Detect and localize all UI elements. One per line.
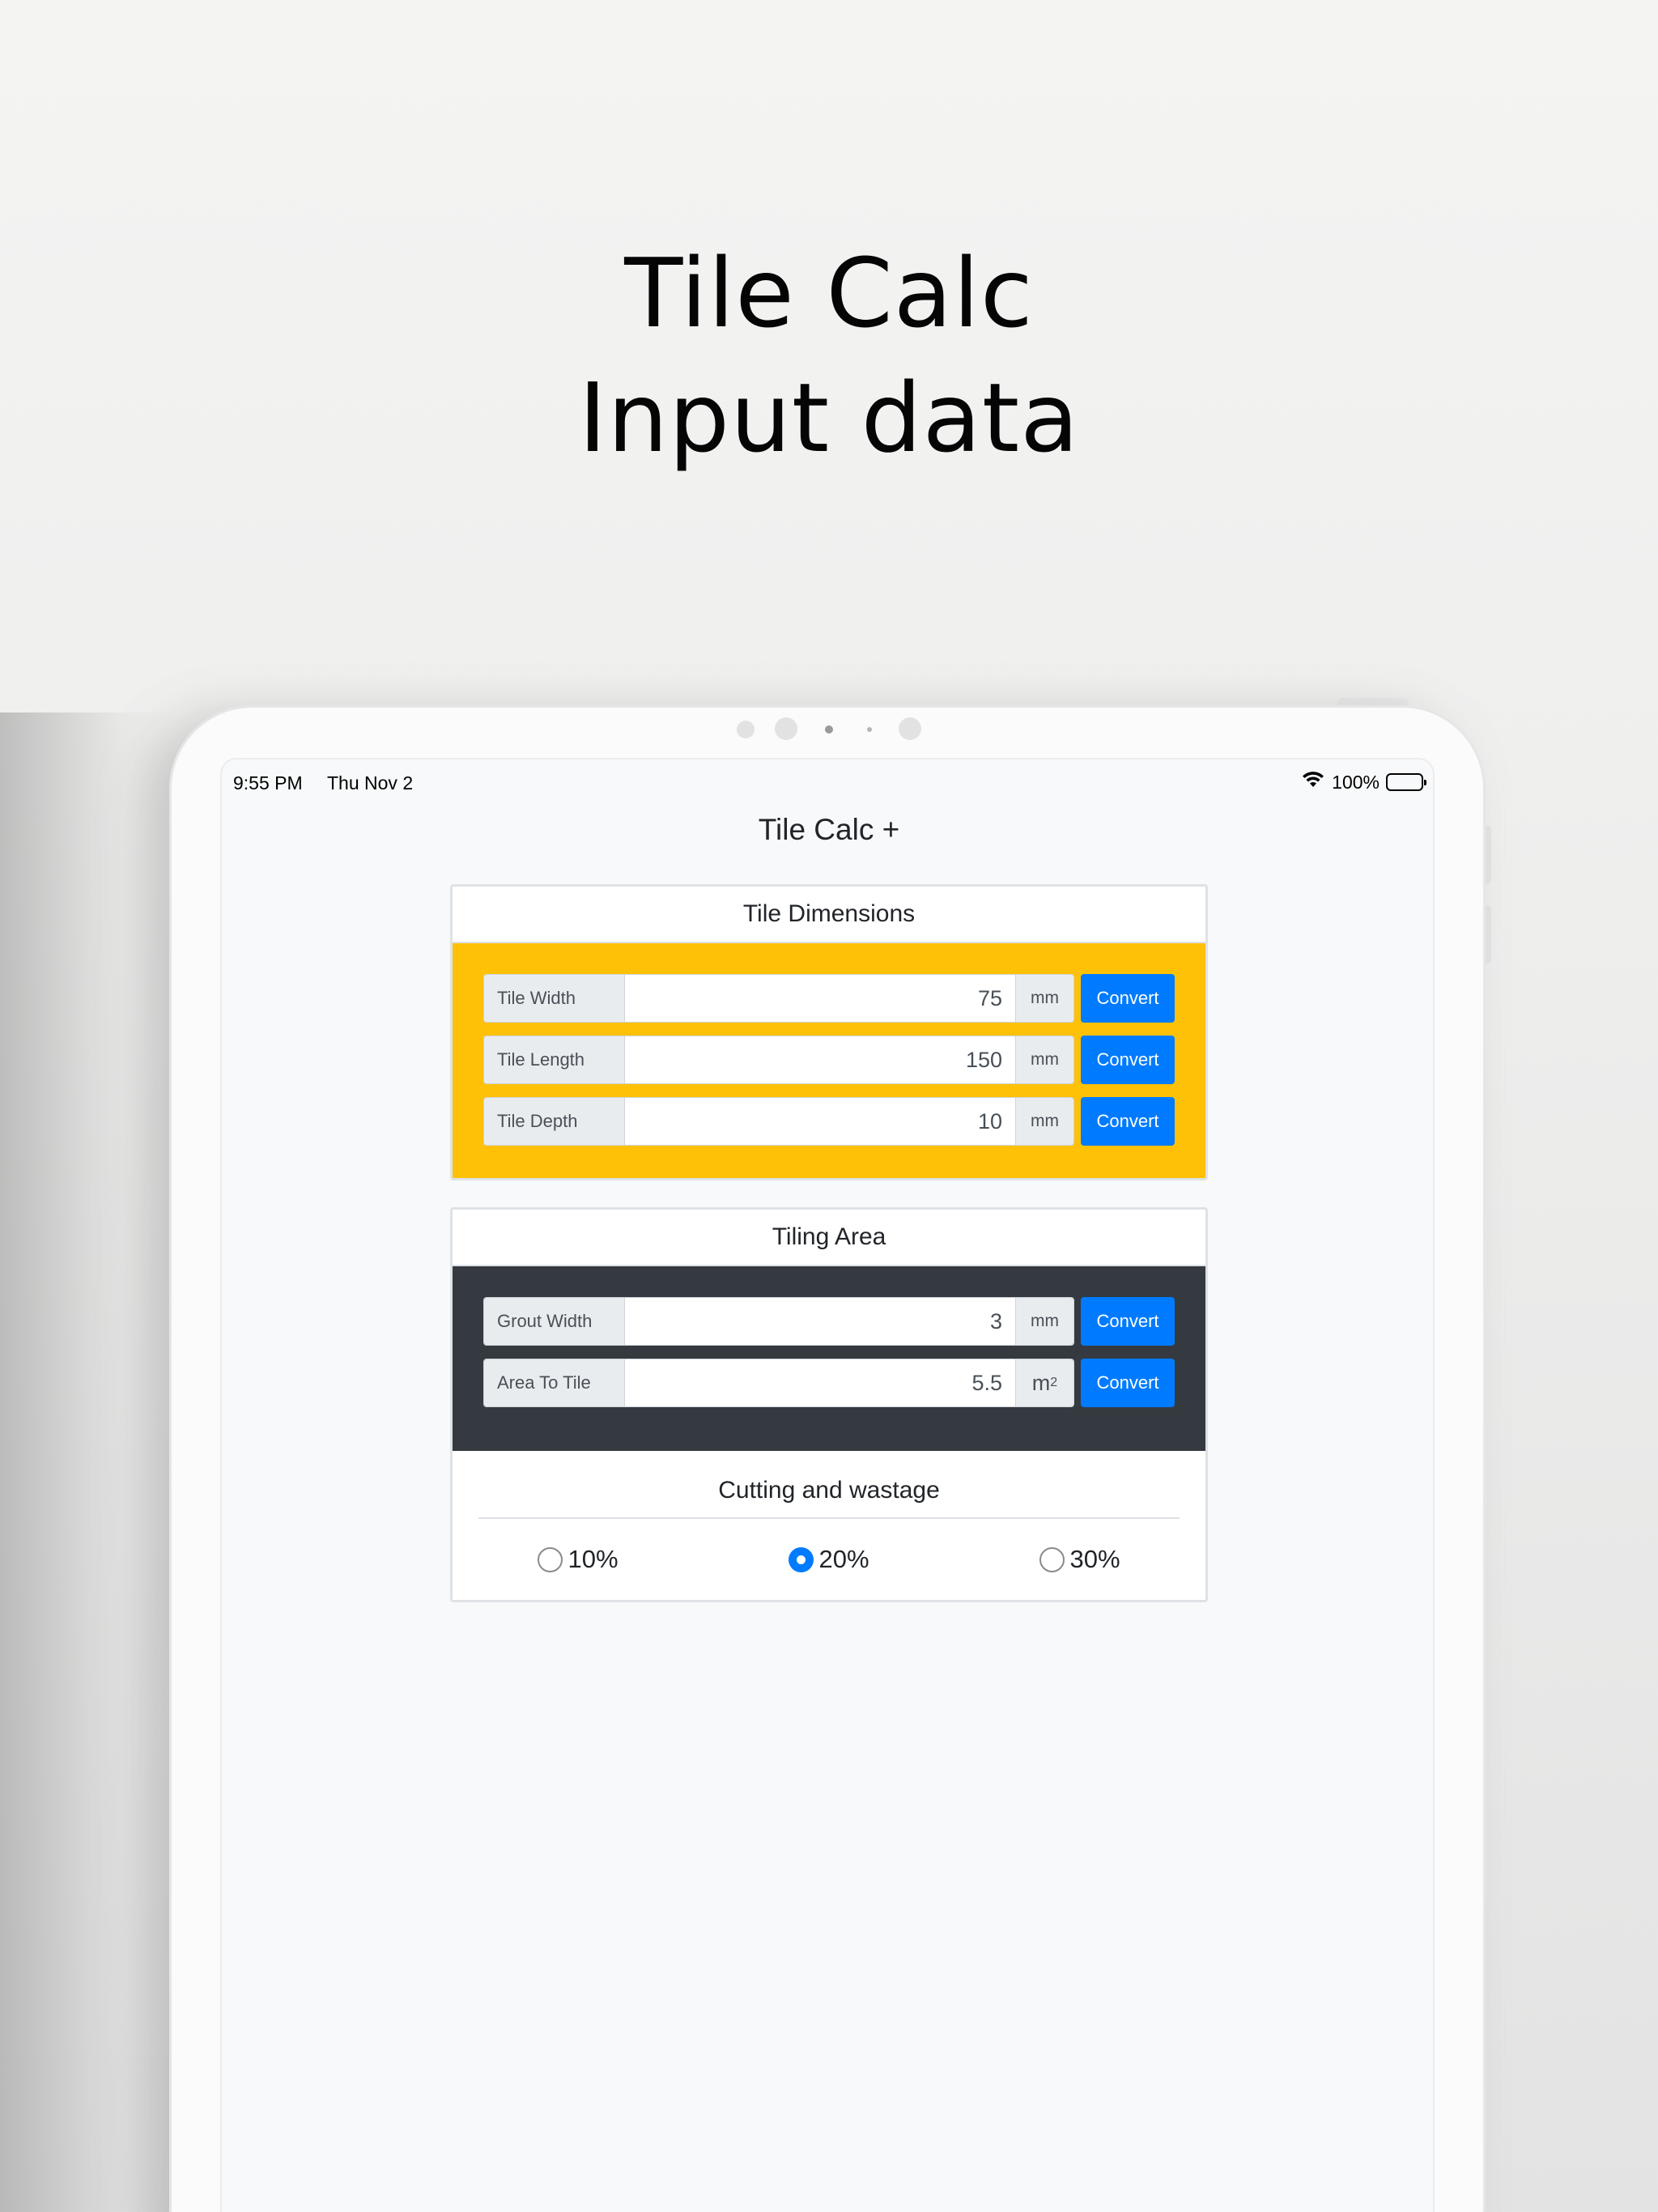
wastage-option-10[interactable]: 10% bbox=[453, 1545, 704, 1574]
grout-width-unit: mm bbox=[1015, 1298, 1073, 1345]
tile-width-convert-button[interactable]: Convert bbox=[1081, 974, 1175, 1023]
tile-depth-input[interactable]: 10 bbox=[625, 1098, 1015, 1145]
tile-width-input-group: Tile Width 75 mm bbox=[483, 974, 1074, 1023]
grout-width-convert-button[interactable]: Convert bbox=[1081, 1297, 1175, 1346]
tile-length-row: Tile Length 150 mm Convert bbox=[483, 1036, 1175, 1084]
tile-dimensions-card: Tile Dimensions Tile Width 75 mm Convert… bbox=[450, 884, 1208, 1180]
wastage-option-label: 10% bbox=[568, 1545, 619, 1573]
wastage-option-30[interactable]: 30% bbox=[954, 1545, 1205, 1574]
area-to-tile-unit: m2 bbox=[1015, 1359, 1073, 1406]
status-bar: 9:55 PM Thu Nov 2 100% bbox=[233, 766, 1426, 798]
status-time: 9:55 PM bbox=[233, 772, 303, 793]
radio-unchecked-icon[interactable] bbox=[1039, 1546, 1065, 1572]
device-volume-up-button bbox=[1483, 826, 1491, 884]
wastage-option-label: 20% bbox=[818, 1545, 869, 1573]
radio-checked-icon[interactable] bbox=[789, 1546, 814, 1572]
camera-array bbox=[729, 717, 931, 742]
tile-depth-input-group: Tile Depth 10 mm bbox=[483, 1097, 1074, 1146]
tile-depth-convert-button[interactable]: Convert bbox=[1081, 1097, 1175, 1146]
device-top-button bbox=[1337, 698, 1409, 708]
grout-width-input-group: Grout Width 3 mm bbox=[483, 1297, 1074, 1346]
grout-width-label: Grout Width bbox=[484, 1298, 625, 1345]
tile-length-input[interactable]: 150 bbox=[625, 1036, 1015, 1083]
area-to-tile-convert-button[interactable]: Convert bbox=[1081, 1359, 1175, 1407]
headline-line-1: Tile Calc bbox=[624, 237, 1034, 349]
headline-line-2: Input data bbox=[578, 362, 1080, 474]
battery-icon bbox=[1386, 773, 1426, 791]
tile-width-row: Tile Width 75 mm Convert bbox=[483, 974, 1175, 1023]
grout-width-input[interactable]: 3 bbox=[625, 1298, 1015, 1345]
sensor-icon bbox=[737, 721, 755, 738]
wastage-option-20[interactable]: 20% bbox=[704, 1545, 954, 1574]
tile-dimensions-header: Tile Dimensions bbox=[453, 887, 1205, 943]
wifi-icon bbox=[1301, 771, 1325, 793]
tile-width-input[interactable]: 75 bbox=[625, 975, 1015, 1022]
tile-dimensions-body: Tile Width 75 mm Convert Tile Length 150… bbox=[453, 943, 1205, 1178]
wastage-radio-group: 10% 20% 30% bbox=[453, 1519, 1205, 1600]
battery-percent: 100% bbox=[1332, 771, 1380, 793]
tile-length-label: Tile Length bbox=[484, 1036, 625, 1083]
wastage-option-label: 30% bbox=[1069, 1545, 1120, 1573]
tile-width-label: Tile Width bbox=[484, 975, 625, 1022]
status-right: 100% bbox=[1301, 771, 1426, 793]
area-to-tile-row: Area To Tile 5.5 m2 Convert bbox=[483, 1359, 1175, 1407]
grout-width-row: Grout Width 3 mm Convert bbox=[483, 1297, 1175, 1346]
app-screen: 9:55 PM Thu Nov 2 100% Tile Calc + Tile … bbox=[220, 758, 1435, 2212]
tile-depth-label: Tile Depth bbox=[484, 1098, 625, 1145]
background-shadow bbox=[0, 713, 178, 2212]
tile-depth-row: Tile Depth 10 mm Convert bbox=[483, 1097, 1175, 1146]
area-to-tile-input-group: Area To Tile 5.5 m2 bbox=[483, 1359, 1074, 1407]
sensor-icon bbox=[867, 727, 872, 732]
tiling-area-body: Grout Width 3 mm Convert Area To Tile 5.… bbox=[453, 1266, 1205, 1451]
tile-length-unit: mm bbox=[1015, 1036, 1073, 1083]
tile-length-input-group: Tile Length 150 mm bbox=[483, 1036, 1074, 1084]
app-title: Tile Calc + bbox=[758, 813, 900, 846]
area-to-tile-input[interactable]: 5.5 bbox=[625, 1359, 1015, 1406]
tile-length-convert-button[interactable]: Convert bbox=[1081, 1036, 1175, 1084]
tiling-area-card: Tiling Area Grout Width 3 mm Convert Are… bbox=[450, 1207, 1208, 1602]
sensor-icon bbox=[899, 717, 921, 740]
area-to-tile-label: Area To Tile bbox=[484, 1359, 625, 1406]
tiling-area-header: Tiling Area bbox=[453, 1210, 1205, 1266]
camera-icon bbox=[825, 725, 833, 734]
unit-exponent: 2 bbox=[1050, 1376, 1058, 1389]
unit-base: m bbox=[1031, 1370, 1051, 1395]
radio-unchecked-icon[interactable] bbox=[538, 1546, 563, 1572]
device-volume-down-button bbox=[1483, 905, 1491, 963]
status-date: Thu Nov 2 bbox=[327, 772, 414, 793]
tile-depth-unit: mm bbox=[1015, 1098, 1073, 1145]
marketing-headline: Tile Calc Input data bbox=[0, 231, 1658, 480]
wastage-title: Cutting and wastage bbox=[718, 1477, 940, 1504]
sensor-icon bbox=[775, 717, 797, 740]
tile-width-unit: mm bbox=[1015, 975, 1073, 1022]
